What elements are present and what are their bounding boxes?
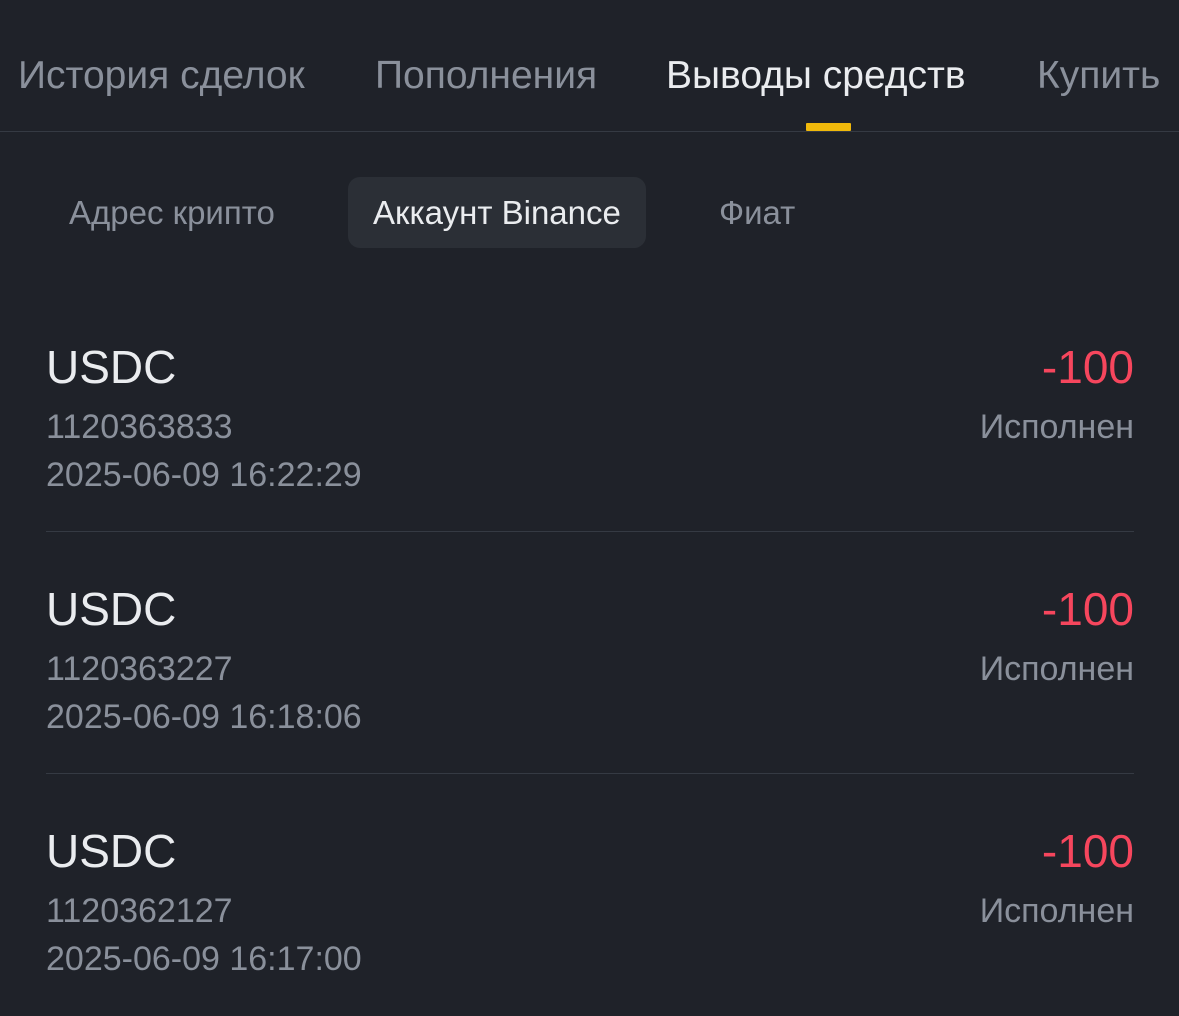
subtab-crypto-address[interactable]: Адрес крипто bbox=[69, 177, 275, 248]
tab-buy[interactable]: Купить bbox=[1037, 52, 1160, 100]
amount: -100 bbox=[1041, 341, 1134, 393]
status-label: Исполнен bbox=[979, 650, 1134, 688]
subtab-binance-account[interactable]: Аккаунт Binance bbox=[348, 177, 646, 248]
status-label: Исполнен bbox=[979, 892, 1134, 930]
timestamp: 2025-06-09 16:22:29 bbox=[46, 456, 362, 494]
amount: -100 bbox=[1041, 583, 1134, 635]
active-tab-indicator bbox=[806, 123, 851, 131]
asset-name: USDC bbox=[46, 341, 177, 393]
asset-name: USDC bbox=[46, 583, 177, 635]
tab-trade-history[interactable]: История сделок bbox=[18, 52, 305, 100]
subtab-fiat[interactable]: Фиат bbox=[719, 177, 795, 248]
withdrawal-row[interactable]: USDC 1120363833 2025-06-09 16:22:29 -100… bbox=[46, 290, 1134, 532]
asset-name: USDC bbox=[46, 825, 177, 877]
withdrawal-history-screen: История сделок Пополнения Выводы средств… bbox=[0, 0, 1179, 1016]
transaction-id: 1120362127 bbox=[46, 892, 233, 930]
tab-withdrawals[interactable]: Выводы средств bbox=[666, 52, 966, 100]
transaction-id: 1120363833 bbox=[46, 408, 233, 446]
timestamp: 2025-06-09 16:17:00 bbox=[46, 940, 362, 978]
withdrawal-row[interactable]: USDC 1120362127 2025-06-09 16:17:00 -100… bbox=[46, 774, 1134, 1016]
history-tabs: История сделок Пополнения Выводы средств… bbox=[0, 0, 1179, 132]
timestamp: 2025-06-09 16:18:06 bbox=[46, 698, 362, 736]
withdrawal-row[interactable]: USDC 1120363227 2025-06-09 16:18:06 -100… bbox=[46, 532, 1134, 774]
transaction-id: 1120363227 bbox=[46, 650, 233, 688]
tab-deposits[interactable]: Пополнения bbox=[375, 52, 597, 100]
amount: -100 bbox=[1041, 825, 1134, 877]
status-label: Исполнен bbox=[979, 408, 1134, 446]
withdrawal-list: USDC 1120363833 2025-06-09 16:22:29 -100… bbox=[46, 290, 1134, 1016]
